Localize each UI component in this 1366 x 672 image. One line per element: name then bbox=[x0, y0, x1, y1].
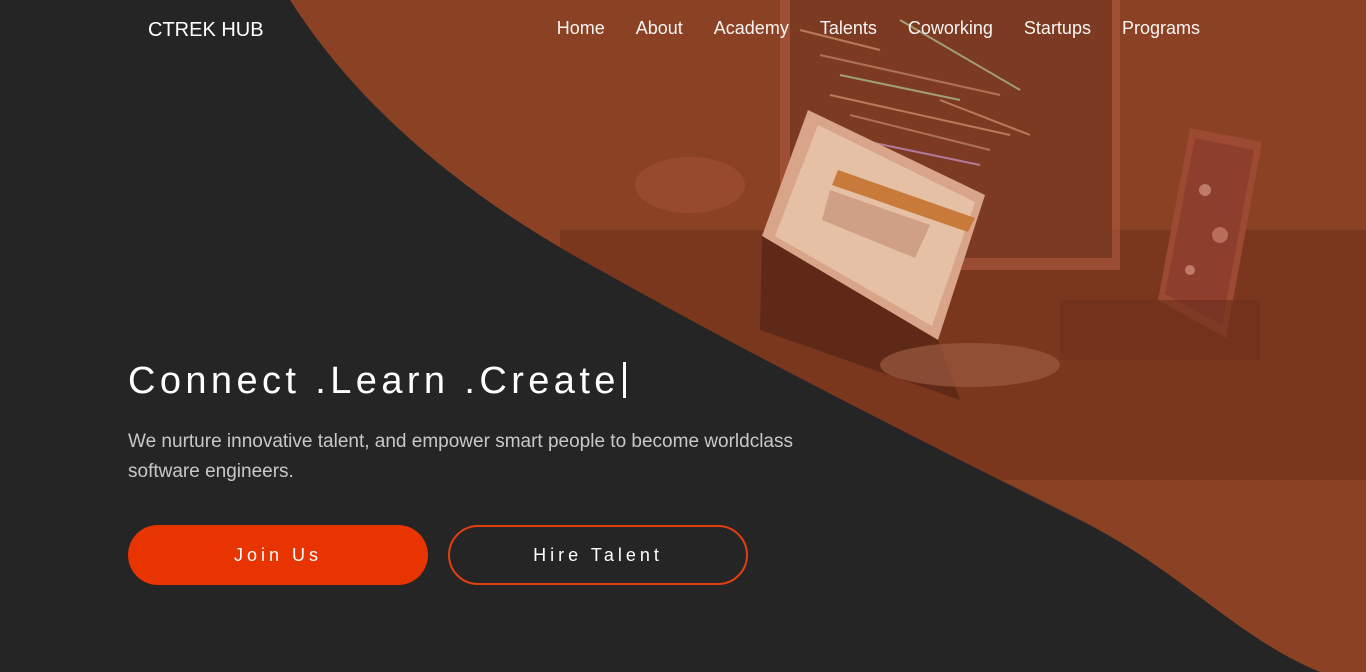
nav-link-coworking[interactable]: Coworking bbox=[908, 18, 993, 39]
hero-headline-text: Connect .Learn .Create bbox=[128, 360, 620, 402]
nav-link-about[interactable]: About bbox=[636, 18, 683, 39]
nav-link-startups[interactable]: Startups bbox=[1024, 18, 1091, 39]
brand-logo[interactable]: CTREK HUB bbox=[148, 19, 264, 42]
hero-subtitle: We nurture innovative talent, and empowe… bbox=[128, 431, 793, 482]
top-navbar: CTREK HUB Home About Academy Talents Cow… bbox=[0, 0, 1366, 60]
nav-link-programs[interactable]: Programs bbox=[1122, 18, 1200, 39]
nav-link-academy[interactable]: Academy bbox=[714, 18, 789, 39]
hire-talent-button[interactable]: Hire Talent bbox=[448, 525, 748, 585]
landing-page: CTREK HUB Home About Academy Talents Cow… bbox=[0, 0, 1366, 672]
nav-link-talents[interactable]: Talents bbox=[820, 18, 877, 39]
typing-cursor bbox=[622, 362, 626, 398]
join-us-button[interactable]: Join Us bbox=[128, 525, 428, 585]
nav-links: Home About Academy Talents Coworking Sta… bbox=[526, 18, 1200, 39]
nav-link-home[interactable]: Home bbox=[557, 18, 605, 39]
hero-headline: Connect .Learn .Create bbox=[128, 360, 626, 403]
